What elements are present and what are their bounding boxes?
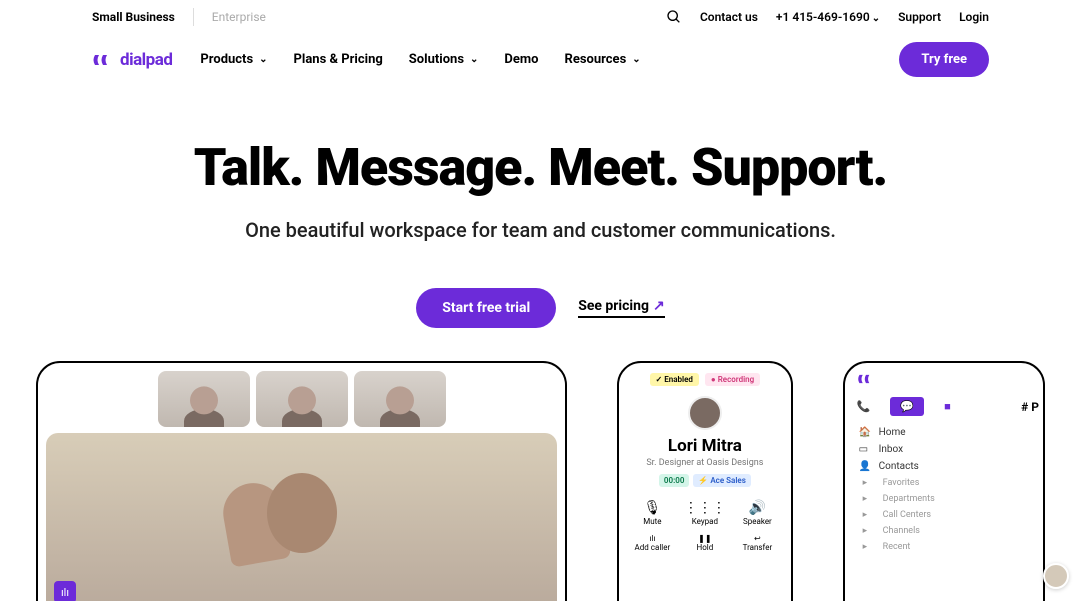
top-enterprise[interactable]: Enterprise <box>212 10 266 24</box>
mic-indicator-icon: ılı <box>54 581 76 601</box>
logo-icon <box>92 53 114 67</box>
tab-video[interactable]: ■ <box>944 400 951 413</box>
home-icon: 🏠 <box>859 427 871 438</box>
add-icon: ılı <box>627 534 678 543</box>
transfer-icon: ↩ <box>732 534 783 543</box>
brand-name: dialpad <box>120 50 172 70</box>
try-free-button[interactable]: Try free <box>899 42 989 77</box>
chevron-down-icon: ⌄ <box>872 13 880 24</box>
speaker-button[interactable]: 🔊Speaker <box>732 499 783 526</box>
caller-name: Lori Mitra <box>627 436 783 456</box>
chevron-down-icon: ⌄ <box>259 54 267 65</box>
inbox-icon: ▭ <box>859 444 871 455</box>
hero-headline: Talk. Message. Meet. Support. <box>40 137 1041 198</box>
logo-icon <box>853 371 1043 391</box>
hold-button[interactable]: ❚❚Hold <box>680 534 731 552</box>
main-video[interactable]: ılı John Harris <box>46 433 557 601</box>
participant-thumb[interactable] <box>354 371 446 427</box>
nav-recent[interactable]: ▸Recent <box>859 539 1037 555</box>
nav-inbox[interactable]: ▭Inbox <box>859 441 1037 458</box>
caller-role: Sr. Designer at Oasis Designs <box>627 458 783 468</box>
search-icon[interactable] <box>666 9 682 25</box>
speaker-icon: 🔊 <box>732 499 783 517</box>
start-free-trial-button[interactable]: Start free trial <box>416 288 556 328</box>
nav-plans-pricing[interactable]: Plans & Pricing <box>294 52 383 67</box>
chevron-down-icon: ⌄ <box>632 54 640 65</box>
call-time: 00:00 <box>659 474 689 487</box>
mute-button[interactable]: 🎙Mute <box>627 499 678 526</box>
participant-thumb[interactable] <box>158 371 250 427</box>
nav-channels[interactable]: ▸Channels <box>859 523 1037 539</box>
login-link[interactable]: Login <box>959 10 989 24</box>
support-link[interactable]: Support <box>898 10 941 24</box>
enabled-tag: ✓ Enabled <box>650 373 699 386</box>
tab-messages[interactable]: 💬 <box>890 397 924 416</box>
video-meeting-card: ılı John Harris <box>36 361 567 601</box>
keypad-icon: ⋮⋮⋮ <box>680 499 731 517</box>
app-nav-card: 📞 💬 ■ # P 🏠Home ▭Inbox 👤Contacts ▸Favori… <box>843 361 1045 601</box>
floating-avatar[interactable] <box>1043 563 1069 589</box>
top-small-business[interactable]: Small Business <box>92 10 175 24</box>
divider <box>193 8 194 26</box>
nav-products[interactable]: Products⌄ <box>200 52 267 67</box>
keypad-button[interactable]: ⋮⋮⋮Keypad <box>680 499 731 526</box>
pause-icon: ❚❚ <box>680 534 731 543</box>
nav-contacts[interactable]: 👤Contacts <box>859 458 1037 475</box>
brand-logo[interactable]: dialpad <box>92 50 172 70</box>
participant-thumb[interactable] <box>256 371 348 427</box>
nav-resources[interactable]: Resources⌄ <box>564 52 640 67</box>
contacts-icon: 👤 <box>859 461 871 472</box>
channel-hash: # P <box>1021 400 1039 414</box>
see-pricing-link[interactable]: See pricing↗ <box>578 298 665 318</box>
nav-departments[interactable]: ▸Departments <box>859 491 1037 507</box>
add-caller-button[interactable]: ılıAdd caller <box>627 534 678 552</box>
contact-link[interactable]: Contact us <box>700 10 758 24</box>
arrow-icon: ↗ <box>653 298 665 314</box>
nav-favorites[interactable]: ▸Favorites <box>859 475 1037 491</box>
tab-phone[interactable]: 📞 <box>857 400 871 413</box>
team-tag: ⚡ Ace Sales <box>693 474 750 487</box>
nav-solutions[interactable]: Solutions⌄ <box>409 52 479 67</box>
hero-subhead: One beautiful workspace for team and cus… <box>40 218 1041 242</box>
nav-demo[interactable]: Demo <box>504 52 538 67</box>
phone-link[interactable]: +1 415-469-1690⌄ <box>776 10 880 24</box>
recording-tag: ● Recording <box>705 373 760 386</box>
active-call-card: ✓ Enabled ● Recording Lori Mitra Sr. Des… <box>617 361 793 601</box>
caller-avatar <box>688 396 722 430</box>
nav-call-centers[interactable]: ▸Call Centers <box>859 507 1037 523</box>
chevron-down-icon: ⌄ <box>470 54 478 65</box>
transfer-button[interactable]: ↩Transfer <box>732 534 783 552</box>
nav-home[interactable]: 🏠Home <box>859 424 1037 441</box>
mic-icon: 🎙 <box>627 499 678 517</box>
